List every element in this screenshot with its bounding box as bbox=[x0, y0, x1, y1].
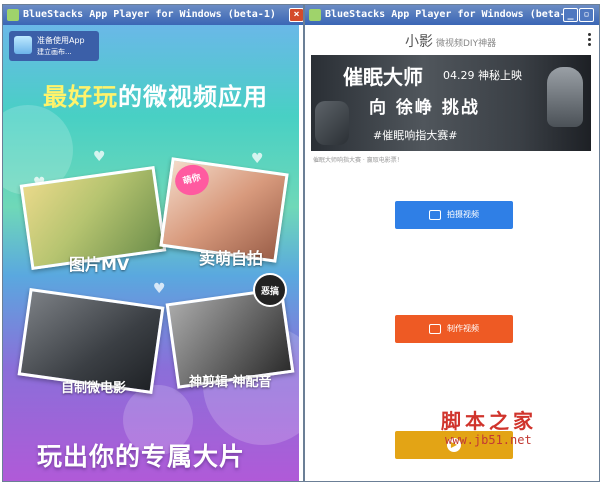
right-window: BlueStacks App Player for Windows (beta-… bbox=[304, 4, 600, 482]
make-video-button[interactable]: 制作视频 bbox=[395, 315, 513, 343]
slogan-highlight: 最好玩 bbox=[43, 83, 118, 111]
promo-banner[interactable]: 催眠大师 04.29 神秘上映 向 徐峥 挑战 #催眠响指大赛# bbox=[311, 55, 591, 151]
shoot-video-label: 拍摄视频 bbox=[447, 210, 479, 219]
badge-sticker: 恶搞 bbox=[253, 273, 287, 307]
left-window-title: BlueStacks App Player for Windows (beta-… bbox=[23, 9, 276, 20]
app-badge-line1: 准备使用App bbox=[37, 36, 85, 45]
make-video-label: 制作视频 bbox=[447, 324, 479, 333]
app-badge[interactable]: 准备使用App 建立画布... bbox=[9, 31, 99, 61]
bottom-slogan: 玩出你的专属大片 bbox=[37, 442, 246, 471]
banner-figure bbox=[315, 101, 349, 145]
heart-icon: ♥ bbox=[93, 149, 106, 165]
badge-text: 恶搞 bbox=[260, 287, 279, 297]
minimize-button[interactable]: _ bbox=[563, 8, 578, 22]
watermark-url: www.jb51.net bbox=[445, 433, 532, 447]
camera-icon bbox=[429, 209, 441, 220]
badge-text: 萌你 bbox=[181, 172, 202, 188]
slogan-rest: 的微视频应用 bbox=[118, 83, 268, 111]
left-window-titlebar[interactable]: BlueStacks App Player for Windows (beta-… bbox=[3, 5, 303, 25]
shoot-video-button[interactable]: 拍摄视频 bbox=[395, 201, 513, 229]
left-window-close-button[interactable]: × bbox=[289, 8, 303, 22]
heart-icon: ♥ bbox=[251, 151, 264, 167]
logo-main: 小影 bbox=[405, 34, 433, 50]
tile-caption: 神剪辑 神配音 bbox=[189, 375, 272, 390]
banner-title: 催眠大师 bbox=[343, 65, 423, 89]
watermark-text: 脚本之家 bbox=[441, 409, 537, 433]
banner-date: 04.29 神秘上映 bbox=[443, 69, 522, 82]
maximize-button[interactable]: ▫ bbox=[579, 8, 594, 22]
tile-caption: 自制微电影 bbox=[61, 381, 127, 396]
banner-hashtag: #催眠响指大赛# bbox=[373, 129, 458, 142]
tile-caption: 卖萌自拍 bbox=[199, 249, 264, 268]
bluestacks-icon bbox=[7, 9, 19, 21]
more-menu-icon[interactable] bbox=[588, 33, 591, 48]
app-logo: 小影 微视频DIY神器 bbox=[405, 31, 496, 51]
left-window: BlueStacks App Player for Windows (beta-… bbox=[2, 4, 304, 482]
banner-subcaption: 催眠大师响指大赛 · 赢取电影票！ bbox=[313, 157, 403, 164]
main-slogan: 最好玩的微视频应用 bbox=[43, 77, 268, 112]
photo-icon bbox=[429, 323, 441, 334]
logo-sub: 微视频DIY神器 bbox=[436, 39, 497, 49]
right-window-title: BlueStacks App Player for Windows (beta-… bbox=[325, 9, 578, 20]
banner-portrait bbox=[547, 67, 583, 127]
tile-caption: 图片MV bbox=[69, 255, 130, 274]
right-window-titlebar[interactable]: BlueStacks App Player for Windows (beta-… bbox=[305, 5, 599, 25]
bluestacks-icon bbox=[309, 9, 321, 21]
heart-icon: ♥ bbox=[153, 281, 166, 297]
right-app-screen: 小影 微视频DIY神器 催眠大师 04.29 神秘上映 向 徐峥 挑战 #催眠响指… bbox=[305, 25, 597, 481]
app-icon bbox=[14, 36, 32, 54]
app-badge-line2: 建立画布... bbox=[37, 48, 72, 56]
left-app-screen: ♥ ♥ ♥ ♥ 准备使用App 建立画布... 最好玩的微视频应用 图片MV 萌… bbox=[3, 25, 299, 481]
banner-headline: 向 徐峥 挑战 bbox=[369, 98, 480, 118]
